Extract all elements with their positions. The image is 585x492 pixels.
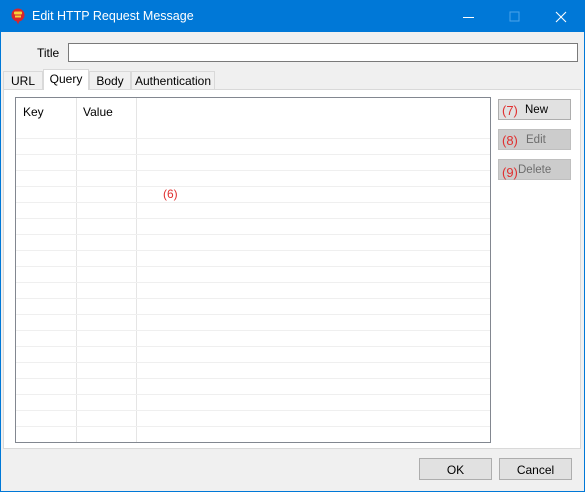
maximize-icon — [509, 11, 520, 22]
grid-row-separator — [16, 250, 490, 251]
title-label: Title — [37, 46, 60, 60]
grid-row-separator — [16, 202, 490, 203]
new-button-label: New — [525, 104, 549, 116]
column-divider — [136, 98, 137, 442]
edit-callout-marker: (8) — [502, 133, 518, 148]
grid-row-separator — [16, 218, 490, 219]
grid-row-separator — [16, 314, 490, 315]
grid-row-separator — [16, 154, 490, 155]
close-button[interactable] — [538, 1, 584, 32]
maximize-button[interactable] — [492, 1, 538, 32]
minimize-button[interactable] — [446, 1, 492, 32]
grid-row-separator — [16, 346, 490, 347]
edit-button-label: Edit — [526, 134, 546, 146]
new-button[interactable]: (7) New — [498, 99, 571, 120]
app-pin-icon — [10, 8, 26, 25]
title-bar[interactable]: Edit HTTP Request Message — [1, 1, 584, 32]
delete-callout-marker: (9) — [502, 165, 518, 180]
column-divider — [76, 98, 77, 442]
grid-row-separator — [16, 186, 490, 187]
grid-row-separator — [16, 282, 490, 283]
dialog-window: Edit HTTP Request Message Title URL Quer… — [0, 0, 585, 492]
ok-button[interactable]: OK — [419, 458, 492, 480]
grid-row-separator — [16, 426, 490, 427]
grid-row-separator — [16, 170, 490, 171]
title-input[interactable] — [68, 43, 578, 62]
tab-body[interactable]: Body — [89, 71, 131, 89]
tab-query[interactable]: Query — [43, 69, 89, 90]
grid-row-separator — [16, 138, 490, 139]
grid-row-separator — [16, 330, 490, 331]
query-grid[interactable]: Key Value (6) — [15, 97, 491, 443]
grid-row-separator — [16, 362, 490, 363]
grid-row-separator — [16, 298, 490, 299]
grid-row-separator — [16, 378, 490, 379]
grid-callout-marker: (6) — [163, 187, 178, 201]
grid-row-separator — [16, 266, 490, 267]
grid-row-separator — [16, 394, 490, 395]
edit-button[interactable]: (8) Edit — [498, 129, 571, 150]
close-icon — [555, 11, 567, 23]
column-header-value[interactable]: Value — [83, 105, 113, 119]
delete-button-label: Delete — [518, 164, 552, 176]
window-title: Edit HTTP Request Message — [32, 9, 194, 23]
grid-row-separator — [16, 410, 490, 411]
tab-url[interactable]: URL — [3, 71, 43, 89]
minimize-icon — [463, 17, 474, 18]
new-callout-marker: (7) — [502, 103, 518, 118]
grid-row-separator — [16, 234, 490, 235]
column-header-key[interactable]: Key — [23, 105, 44, 119]
grid-header: Key Value — [16, 98, 490, 124]
tab-authentication[interactable]: Authentication — [131, 71, 215, 89]
delete-button[interactable]: (9) Delete — [498, 159, 571, 180]
cancel-button[interactable]: Cancel — [499, 458, 572, 480]
